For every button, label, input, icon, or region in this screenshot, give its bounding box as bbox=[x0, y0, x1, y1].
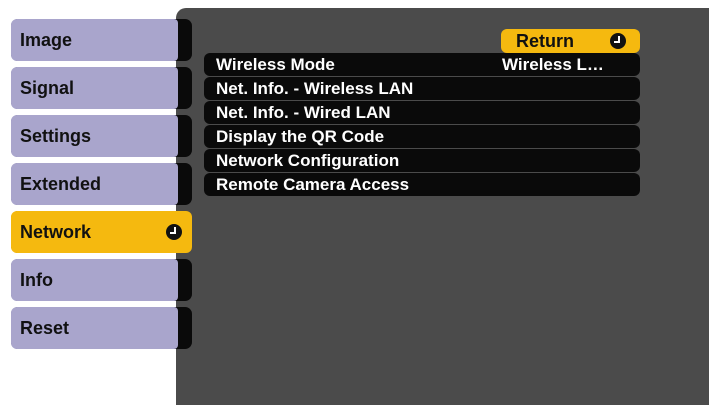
menu-item-label: Remote Camera Access bbox=[216, 174, 410, 194]
menu-item-label: Display the QR Code bbox=[216, 126, 385, 146]
menu-item-value: Wireless L… bbox=[502, 54, 604, 74]
tab-label: Signal bbox=[11, 67, 178, 109]
menu-item-network-configuration[interactable]: Network Configuration bbox=[204, 149, 640, 172]
return-button[interactable]: Return bbox=[501, 29, 640, 53]
tab-label: Extended bbox=[11, 163, 178, 205]
tab-info[interactable]: Info bbox=[11, 259, 192, 301]
menu-item-wireless-mode[interactable]: Wireless Mode Wireless L… bbox=[204, 53, 640, 76]
menu-item-net-info-wireless-lan[interactable]: Net. Info. - Wireless LAN bbox=[204, 77, 640, 100]
enter-icon bbox=[610, 33, 626, 49]
tab-label: Info bbox=[11, 259, 178, 301]
tab-settings[interactable]: Settings bbox=[11, 115, 192, 157]
tab-label: Settings bbox=[11, 115, 178, 157]
menu-item-net-info-wired-lan[interactable]: Net. Info. - Wired LAN bbox=[204, 101, 640, 124]
menu-item-label: Wireless Mode bbox=[216, 54, 335, 74]
menu-item-remote-camera-access[interactable]: Remote Camera Access bbox=[204, 173, 640, 196]
tab-signal[interactable]: Signal bbox=[11, 67, 192, 109]
tab-network[interactable]: Network bbox=[11, 211, 192, 253]
tab-image[interactable]: Image bbox=[11, 19, 192, 61]
menu-item-label: Net. Info. - Wired LAN bbox=[216, 102, 391, 122]
menu-item-label: Network Configuration bbox=[216, 150, 400, 170]
tab-reset[interactable]: Reset bbox=[11, 307, 192, 349]
tab-label: Reset bbox=[11, 307, 178, 349]
menu-item-label: Net. Info. - Wireless LAN bbox=[216, 78, 414, 98]
menu-item-display-qr-code[interactable]: Display the QR Code bbox=[204, 125, 640, 148]
tab-label: Image bbox=[11, 19, 178, 61]
enter-icon bbox=[166, 224, 182, 240]
tab-extended[interactable]: Extended bbox=[11, 163, 192, 205]
return-label: Return bbox=[516, 30, 574, 51]
tab-label: Network bbox=[11, 211, 192, 253]
